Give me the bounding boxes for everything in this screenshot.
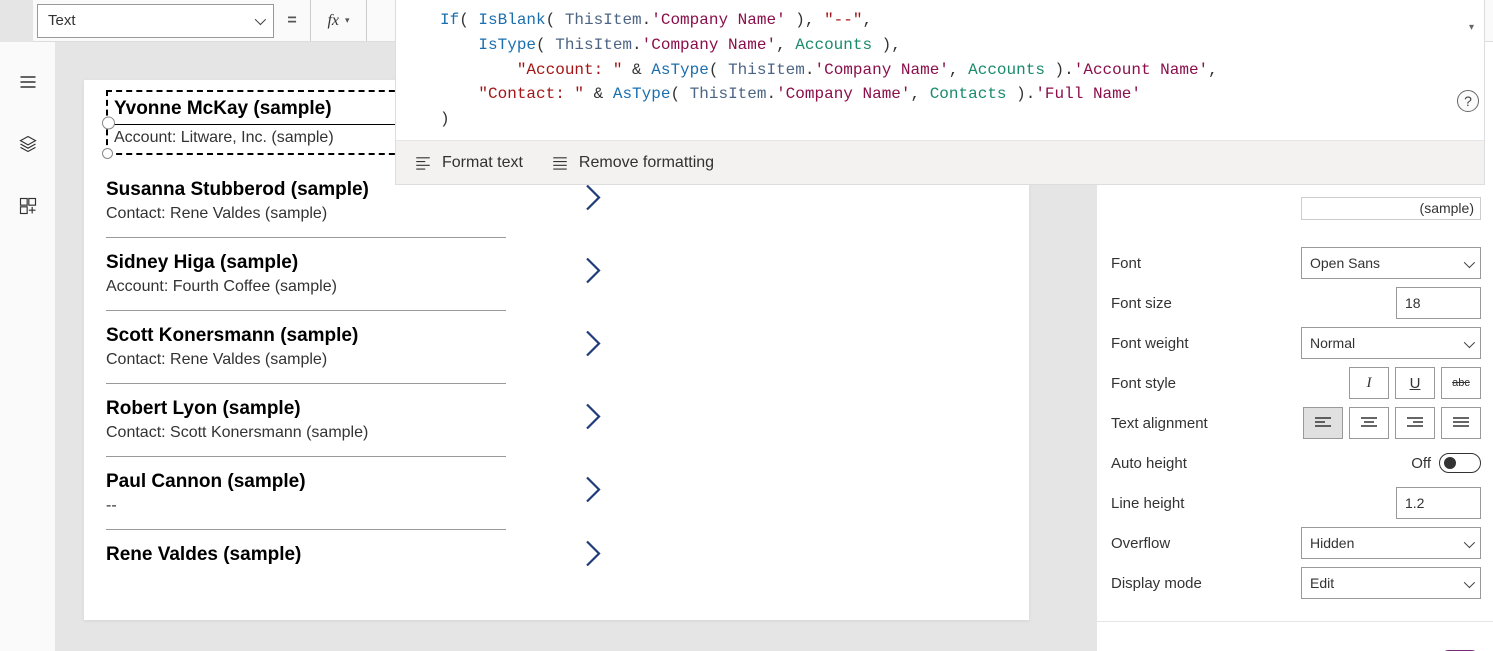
chevron-down-icon [1464, 535, 1472, 551]
formula-editor[interactable]: If( IsBlank( ThisItem.'Company Name' ), … [396, 0, 1484, 140]
layers-icon[interactable] [18, 134, 38, 154]
underline-button[interactable]: U [1395, 367, 1435, 399]
item-subtitle: Contact: Scott Konersmann (sample) [106, 424, 466, 442]
gallery-item[interactable]: Paul Cannon (sample) -- [106, 457, 506, 530]
display-mode-select[interactable]: Edit [1301, 567, 1481, 599]
overflow-label: Overflow [1111, 535, 1301, 552]
help-icon[interactable]: ? [1457, 90, 1479, 112]
formula-panel: ▾ If( IsBlank( ThisItem.'Company Name' )… [395, 0, 1485, 185]
chevron-right-icon[interactable] [584, 256, 602, 293]
item-subtitle: Contact: Rene Valdes (sample) [106, 351, 466, 369]
font-weight-label: Font weight [1111, 335, 1301, 352]
align-right-button[interactable] [1395, 407, 1435, 439]
font-size-label: Font size [1111, 295, 1301, 312]
item-title: Paul Cannon (sample) [106, 471, 466, 493]
font-label: Font [1111, 255, 1301, 272]
equals-sign: = [274, 12, 310, 30]
prop-font-style: Font style I U abc [1111, 363, 1481, 403]
text-value-display[interactable]: (sample) [1301, 197, 1481, 220]
prop-text-value: (sample) [1111, 197, 1481, 237]
remove-formatting-icon [551, 154, 569, 172]
chevron-down-icon [1464, 335, 1472, 351]
chevron-right-icon[interactable] [584, 329, 602, 366]
align-center-button[interactable] [1349, 407, 1389, 439]
item-subtitle: Account: Fourth Coffee (sample) [106, 278, 466, 296]
item-title: Sidney Higa (sample) [106, 252, 466, 274]
align-left-button[interactable] [1303, 407, 1343, 439]
formula-toolbar: Format text Remove formatting [396, 140, 1484, 184]
prop-auto-height: Auto height Off [1111, 443, 1481, 483]
chevron-right-icon[interactable] [584, 539, 602, 576]
prop-text-align: Text alignment [1111, 403, 1481, 443]
italic-button[interactable]: I [1349, 367, 1389, 399]
gallery-item[interactable]: Sidney Higa (sample) Account: Fourth Coff… [106, 238, 506, 311]
chevron-right-icon[interactable] [584, 402, 602, 439]
hamburger-icon[interactable] [18, 72, 38, 92]
auto-height-toggle[interactable] [1439, 453, 1481, 473]
font-style-label: Font style [1111, 375, 1301, 392]
left-nav-rail [0, 42, 56, 651]
gallery-item[interactable]: Robert Lyon (sample) Contact: Scott Koner… [106, 384, 506, 457]
item-subtitle: -- [106, 497, 466, 515]
components-icon[interactable] [18, 196, 38, 216]
format-text-icon [414, 154, 432, 172]
item-title: Robert Lyon (sample) [106, 398, 466, 420]
fx-button[interactable]: fx▾ [310, 0, 367, 41]
format-text-button[interactable]: Format text [414, 154, 523, 172]
line-height-label: Line height [1111, 495, 1301, 512]
property-selector[interactable]: Text [37, 4, 274, 38]
prop-visible: Visible On [1111, 640, 1481, 651]
formula-expand-toggle[interactable]: ▾ [1469, 22, 1474, 33]
gallery-item[interactable]: Scott Konersmann (sample) Contact: Rene V… [106, 311, 506, 384]
chevron-down-icon: ▾ [345, 15, 350, 26]
font-weight-select[interactable]: Normal [1301, 327, 1481, 359]
font-size-input[interactable]: 18 [1396, 287, 1481, 319]
remove-formatting-button[interactable]: Remove formatting [551, 154, 714, 172]
chevron-down-icon [255, 12, 263, 29]
chevron-down-icon [1464, 575, 1472, 591]
gallery-item[interactable]: Rene Valdes (sample) [106, 530, 506, 584]
overflow-select[interactable]: Hidden [1301, 527, 1481, 559]
line-height-input[interactable]: 1.2 [1396, 487, 1481, 519]
text-align-label: Text alignment [1111, 415, 1301, 432]
item-subtitle: Contact: Rene Valdes (sample) [106, 205, 466, 223]
align-justify-button[interactable] [1441, 407, 1481, 439]
font-select[interactable]: Open Sans [1301, 247, 1481, 279]
chevron-right-icon[interactable] [584, 475, 602, 512]
item-title: Rene Valdes (sample) [106, 544, 466, 566]
prop-display-mode: Display mode Edit [1111, 563, 1481, 603]
prop-font-size: Font size 18 [1111, 283, 1481, 323]
prop-overflow: Overflow Hidden [1111, 523, 1481, 563]
prop-line-height: Line height 1.2 [1111, 483, 1481, 523]
strikethrough-button[interactable]: abc [1441, 367, 1481, 399]
property-selector-value: Text [48, 12, 76, 29]
chevron-down-icon [1464, 255, 1472, 271]
chevron-right-icon[interactable] [584, 183, 602, 220]
display-mode-label: Display mode [1111, 575, 1301, 592]
item-title: Scott Konersmann (sample) [106, 325, 466, 347]
prop-font-weight: Font weight Normal [1111, 323, 1481, 363]
auto-height-label: Auto height [1111, 455, 1301, 472]
prop-font: Font Open Sans [1111, 243, 1481, 283]
